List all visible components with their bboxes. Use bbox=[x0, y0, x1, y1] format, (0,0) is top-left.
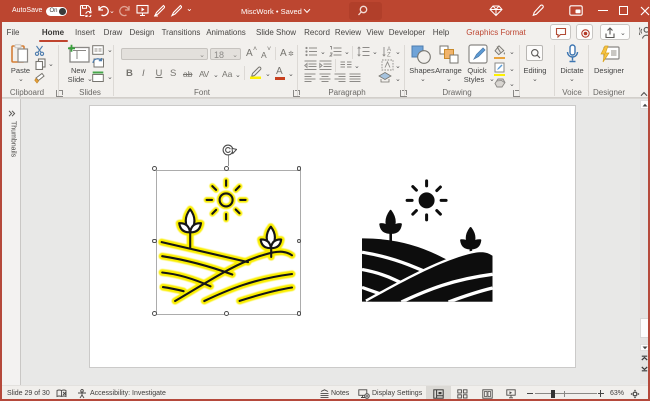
svg-text:Z: Z bbox=[387, 53, 391, 58]
